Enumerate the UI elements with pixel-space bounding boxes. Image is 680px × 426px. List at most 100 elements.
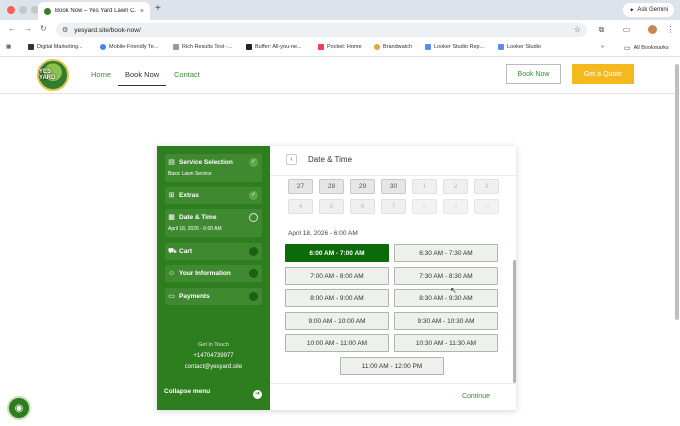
profile-avatar[interactable] <box>648 25 657 34</box>
calendar-day[interactable]: 10 <box>474 199 499 214</box>
book-now-button[interactable]: Book Now <box>506 64 561 84</box>
menu-kebab-icon[interactable]: ⋮ <box>666 25 675 34</box>
step-summary: April 18, 2026 - 6:00 AM <box>168 226 222 232</box>
calendar-day[interactable]: 8 <box>412 199 437 214</box>
nav-book-now[interactable]: Book Now <box>118 70 167 86</box>
site-info-icon[interactable]: ⚙ <box>62 26 68 34</box>
step-your-information[interactable]: ☺ Your Information <box>165 265 262 282</box>
time-slot[interactable]: 10:30 AM - 11:30 AM <box>394 334 498 352</box>
collapse-arrow-icon[interactable]: ➜ <box>253 390 262 399</box>
extensions-icon[interactable]: ⧉ <box>597 25 606 34</box>
pocket-icon <box>318 44 324 50</box>
booking-steps-sidebar: ▤ Service Selection Basic Lawn Service ✓ … <box>157 146 270 410</box>
panel-footer: Continue <box>270 383 516 410</box>
bookmark-item[interactable]: Looker Studio <box>498 44 541 50</box>
time-slot[interactable]: 10:00 AM - 11:00 AM <box>285 334 389 352</box>
site-favicon-icon <box>44 7 51 15</box>
tab-close-icon[interactable]: × <box>140 8 144 15</box>
time-slot-selected[interactable]: 6:00 AM - 7:00 AM <box>285 244 389 262</box>
new-tab-button[interactable]: + <box>155 3 161 14</box>
calendar-day[interactable]: 30 <box>381 179 406 194</box>
panel-header: ‹ Date & Time <box>270 146 516 176</box>
time-slot[interactable]: 9:00 AM - 10:00 AM <box>285 312 389 330</box>
pending-step-indicator <box>249 292 258 301</box>
browser-tabstrip: Book Now – Yes Yard Lawn C… × + ✦ Ask Ge… <box>0 0 680 20</box>
step-cart[interactable]: ⛟ Cart <box>165 243 262 260</box>
bookmark-item[interactable]: Mobile-Friendly Te... <box>100 44 158 50</box>
payment-icon: ▭ <box>168 293 175 300</box>
bookmark-item[interactable]: Looker Studio Rep... <box>425 44 484 50</box>
address-bar[interactable]: ⚙ yesyard.site/book-now/ ☆ <box>56 23 587 37</box>
nav-contact[interactable]: Contact <box>174 70 200 79</box>
calendar-day[interactable]: 2 <box>443 179 468 194</box>
step-payments[interactable]: ▭ Payments <box>165 288 262 305</box>
panel-title: Date & Time <box>308 155 353 164</box>
step-extras[interactable]: ⊞ Extras ✓ <box>165 187 262 204</box>
mouse-cursor-icon: ↖ <box>450 286 457 295</box>
reload-icon[interactable]: ↻ <box>40 24 47 33</box>
contact-info: Get in Touch +14704739977 contact@yesyar… <box>157 342 270 375</box>
bookmark-star-icon[interactable]: ☆ <box>574 25 581 34</box>
step-service-selection[interactable]: ▤ Service Selection Basic Lawn Service ✓ <box>165 154 262 182</box>
date-time-panel: ‹ Date & Time 27 28 29 30 1 2 3 4 5 6 7 … <box>270 146 516 410</box>
all-bookmarks[interactable]: ▭ All Bookmarks <box>624 44 669 52</box>
continue-button[interactable]: Continue <box>462 393 490 400</box>
phone-link[interactable]: +14704739977 <box>157 353 270 359</box>
calendar-day[interactable]: 28 <box>319 179 344 194</box>
cookie-settings-icon[interactable]: ◉ <box>7 396 31 420</box>
logo-text: YES YARD <box>39 69 56 81</box>
calendar-day[interactable]: 29 <box>350 179 375 194</box>
time-slot[interactable]: 7:30 AM - 8:30 AM <box>394 267 498 285</box>
calendar-day[interactable]: 7 <box>381 199 406 214</box>
pending-step-indicator <box>249 269 258 278</box>
buffer-icon <box>246 44 252 50</box>
pending-step-indicator <box>249 247 258 256</box>
url-text: yesyard.site/book-now/ <box>74 26 141 34</box>
bookmark-item[interactable]: Pocket: Home <box>318 44 362 50</box>
back-arrow-icon[interactable]: ← <box>8 24 16 33</box>
nav-home[interactable]: Home <box>91 70 111 79</box>
time-slot[interactable]: 8:00 AM - 9:00 AM <box>285 289 389 307</box>
chevron-left-icon[interactable]: ‹ <box>286 154 297 165</box>
calendar-day[interactable]: 9 <box>443 199 468 214</box>
calendar-day[interactable]: 6 <box>350 199 375 214</box>
site-header: YES YARD Home Book Now Contact Book Now … <box>0 57 680 94</box>
panel-scrollbar[interactable] <box>513 260 516 383</box>
site-logo[interactable]: YES YARD <box>37 59 69 91</box>
calendar-day[interactable]: 27 <box>288 179 313 194</box>
apps-grid-icon[interactable]: ▦ <box>6 44 11 50</box>
email-link[interactable]: contact@yesyard.site <box>157 364 270 370</box>
collapse-menu-label[interactable]: Collapse menu <box>164 388 210 395</box>
page-scrollbar[interactable] <box>675 64 679 320</box>
bookmark-item[interactable]: Buffer: All-you-ne... <box>246 44 302 50</box>
more-bookmarks-icon[interactable]: » <box>601 44 604 50</box>
time-slot[interactable]: 9:30 AM - 10:30 AM <box>394 312 498 330</box>
minimize-window-button[interactable] <box>19 6 27 14</box>
check-icon: ✓ <box>249 158 258 167</box>
time-slot[interactable]: 6:30 AM - 7:30 AM <box>394 244 498 262</box>
service-icon: ▤ <box>168 159 175 166</box>
time-slot[interactable]: 7:00 AM - 8:00 AM <box>285 267 389 285</box>
bookmark-item[interactable]: Rich Results Test -... <box>173 44 232 50</box>
folder-icon: ▭ <box>624 45 631 52</box>
close-window-button[interactable] <box>7 6 15 14</box>
looker-icon <box>498 44 504 50</box>
time-slot[interactable]: 11:00 AM - 12:00 PM <box>340 357 444 375</box>
browser-tab[interactable]: Book Now – Yes Yard Lawn C… × <box>38 2 150 20</box>
google-icon <box>100 44 106 50</box>
tab-title: Book Now – Yes Yard Lawn C… <box>55 8 136 14</box>
side-panel-icon[interactable]: ▭ <box>622 25 631 34</box>
bookmark-item[interactable]: Digital Marketing... <box>28 44 83 50</box>
calendar-day[interactable]: 5 <box>319 199 344 214</box>
get-quote-button[interactable]: Get a Quote <box>572 64 634 84</box>
ask-gemini-button[interactable]: ✦ Ask Gemini <box>623 3 674 17</box>
time-slot[interactable]: 8:30 AM - 9:30 AM <box>394 289 498 307</box>
step-date-time[interactable]: ▦ Date & Time April 18, 2026 - 6:00 AM <box>165 209 262 237</box>
calendar-day[interactable]: 3 <box>474 179 499 194</box>
forward-arrow-icon[interactable]: → <box>24 24 32 33</box>
step-summary: Basic Lawn Service <box>168 171 212 177</box>
calendar-day[interactable]: 1 <box>412 179 437 194</box>
bookmark-item[interactable]: Brandwatch <box>374 44 412 50</box>
cart-icon: ⛟ <box>168 248 177 255</box>
calendar-day[interactable]: 4 <box>288 199 313 214</box>
